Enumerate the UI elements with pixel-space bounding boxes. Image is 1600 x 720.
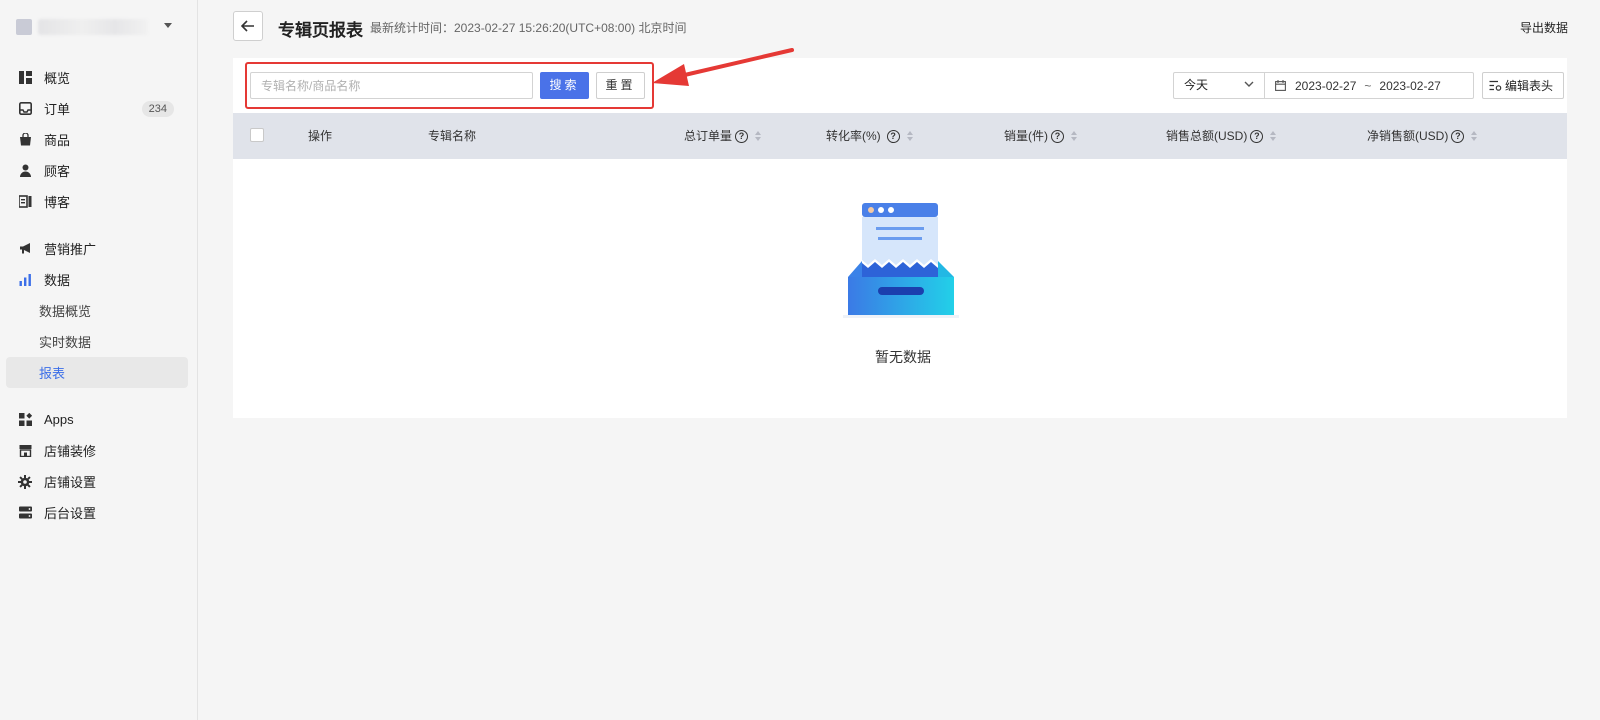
sidebar-item-label: 店铺装修 — [44, 444, 97, 459]
column-header-album-name: 专辑名称 — [428, 113, 476, 159]
period-select-value: 今天 — [1184, 78, 1209, 92]
apps-icon — [18, 413, 32, 427]
date-range-picker[interactable]: 2023-02-27 ~ 2023-02-27 — [1264, 72, 1474, 99]
column-header-sales-volume[interactable]: 销量(件) ? — [1004, 113, 1077, 159]
sidebar-item-store-design[interactable]: 店铺装修 — [6, 435, 188, 466]
bar-chart-icon — [18, 273, 32, 287]
sort-icon[interactable] — [755, 131, 762, 141]
sidebar-item-data-overview[interactable]: 数据概览 — [6, 295, 188, 326]
overview-icon — [18, 71, 32, 85]
sidebar-item-admin-settings[interactable]: 后台设置 — [6, 497, 188, 528]
column-label: 专辑名称 — [428, 129, 477, 143]
page-title: 专辑页报表 — [278, 21, 363, 40]
column-label: 净销售额(USD) — [1367, 129, 1449, 143]
sidebar: 概览 订单 234 商品 顾客 博客 营销推广 数据 数据概览 实时数据 报表 … — [0, 0, 198, 720]
column-label: 总订单量 — [684, 129, 733, 143]
store-name-blurred — [38, 19, 148, 35]
caret-down-icon — [164, 23, 172, 28]
server-icon — [18, 506, 32, 520]
megaphone-icon — [18, 242, 32, 256]
sidebar-item-products[interactable]: 商品 — [6, 124, 188, 155]
storefront-icon — [18, 444, 32, 458]
sidebar-item-data[interactable]: 数据 — [6, 264, 188, 295]
sidebar-item-blog[interactable]: 博客 — [6, 186, 188, 217]
sidebar-item-realtime-data[interactable]: 实时数据 — [6, 326, 188, 357]
sort-icon[interactable] — [906, 131, 913, 141]
sidebar-item-apps[interactable]: Apps — [6, 404, 188, 435]
column-header-total-sales[interactable]: 销售总额(USD) ? — [1166, 113, 1277, 159]
sidebar-item-label: 博客 — [44, 195, 71, 210]
table-header: 操作 专辑名称 总订单量 ? 转化率(%) ? 销量(件) ? 销售总额(USD… — [233, 113, 1567, 159]
sidebar-item-reports[interactable]: 报表 — [6, 357, 188, 388]
sort-icon[interactable] — [1071, 131, 1077, 141]
sidebar-item-store-settings[interactable]: 店铺设置 — [6, 466, 188, 497]
calendar-icon — [1275, 80, 1286, 91]
sidebar-item-label: 后台设置 — [44, 506, 97, 521]
orders-count-badge: 234 — [141, 101, 174, 117]
help-icon[interactable]: ? — [886, 129, 900, 143]
sidebar-item-label: 顾客 — [44, 164, 71, 179]
sidebar-item-label: 实时数据 — [39, 335, 92, 350]
column-header-net-sales[interactable]: 净销售额(USD) ? — [1367, 113, 1478, 159]
sidebar-item-label: Apps — [44, 412, 74, 427]
help-icon[interactable]: ? — [735, 129, 749, 143]
annotation-arrow — [652, 48, 794, 86]
sidebar-item-label: 数据概览 — [39, 304, 92, 319]
stat-time: 最新统计时间：2023-02-27 15:26:20(UTC+08:00) 北京… — [370, 21, 687, 35]
help-icon[interactable]: ? — [1051, 129, 1064, 143]
sidebar-item-customers[interactable]: 顾客 — [6, 155, 188, 186]
sort-icon[interactable] — [1270, 131, 1277, 141]
gear-icon — [18, 474, 32, 489]
back-button[interactable] — [233, 11, 263, 41]
empty-box-illustration — [843, 203, 959, 324]
column-header-actions: 操作 — [308, 113, 332, 159]
column-label: 操作 — [308, 129, 333, 143]
sidebar-item-label: 店铺设置 — [44, 475, 97, 490]
blog-icon — [18, 195, 32, 209]
store-logo — [16, 19, 32, 35]
chevron-down-icon — [1244, 81, 1254, 87]
help-icon[interactable]: ? — [1451, 129, 1465, 143]
column-label: 销售总额(USD) — [1166, 129, 1248, 143]
sidebar-item-label: 数据 — [44, 273, 71, 288]
date-separator: ~ — [1364, 78, 1372, 93]
column-settings-icon — [1489, 80, 1502, 92]
annotation-highlight-box — [245, 62, 654, 109]
sidebar-item-overview[interactable]: 概览 — [6, 62, 188, 93]
date-start: 2023-02-27 — [1295, 78, 1357, 93]
column-header-conversion-rate[interactable]: 转化率(%) ? — [826, 113, 913, 159]
column-header-total-orders[interactable]: 总订单量 ? — [684, 113, 762, 159]
column-label: 销量(件) — [1004, 129, 1048, 143]
person-icon — [18, 164, 32, 178]
export-data-button[interactable]: 导出数据 — [1520, 19, 1568, 36]
sort-icon[interactable] — [1471, 131, 1478, 141]
sidebar-item-label: 营销推广 — [44, 242, 97, 257]
empty-state-text: 暂无数据 — [875, 349, 931, 365]
store-switcher[interactable] — [16, 14, 186, 40]
sidebar-nav: 概览 订单 234 商品 顾客 博客 营销推广 数据 数据概览 实时数据 报表 … — [6, 62, 188, 528]
sidebar-item-orders[interactable]: 订单 234 — [6, 93, 188, 124]
sidebar-item-label: 概览 — [44, 71, 71, 86]
sidebar-item-label: 订单 — [44, 102, 71, 117]
bag-icon — [18, 133, 32, 147]
column-label: 转化率(%) — [826, 129, 881, 143]
edit-table-header-button[interactable]: 编辑表头 — [1482, 72, 1564, 99]
inbox-icon — [18, 102, 32, 116]
help-icon[interactable]: ? — [1250, 129, 1264, 143]
sidebar-item-label: 报表 — [39, 366, 66, 381]
period-select[interactable]: 今天 — [1173, 72, 1265, 99]
sidebar-item-label: 商品 — [44, 133, 71, 148]
select-all-checkbox[interactable] — [250, 128, 264, 142]
sidebar-item-marketing[interactable]: 营销推广 — [6, 233, 188, 264]
edit-table-header-label: 编辑表头 — [1505, 79, 1554, 93]
arrow-left-icon — [241, 20, 254, 32]
date-end: 2023-02-27 — [1379, 78, 1441, 93]
